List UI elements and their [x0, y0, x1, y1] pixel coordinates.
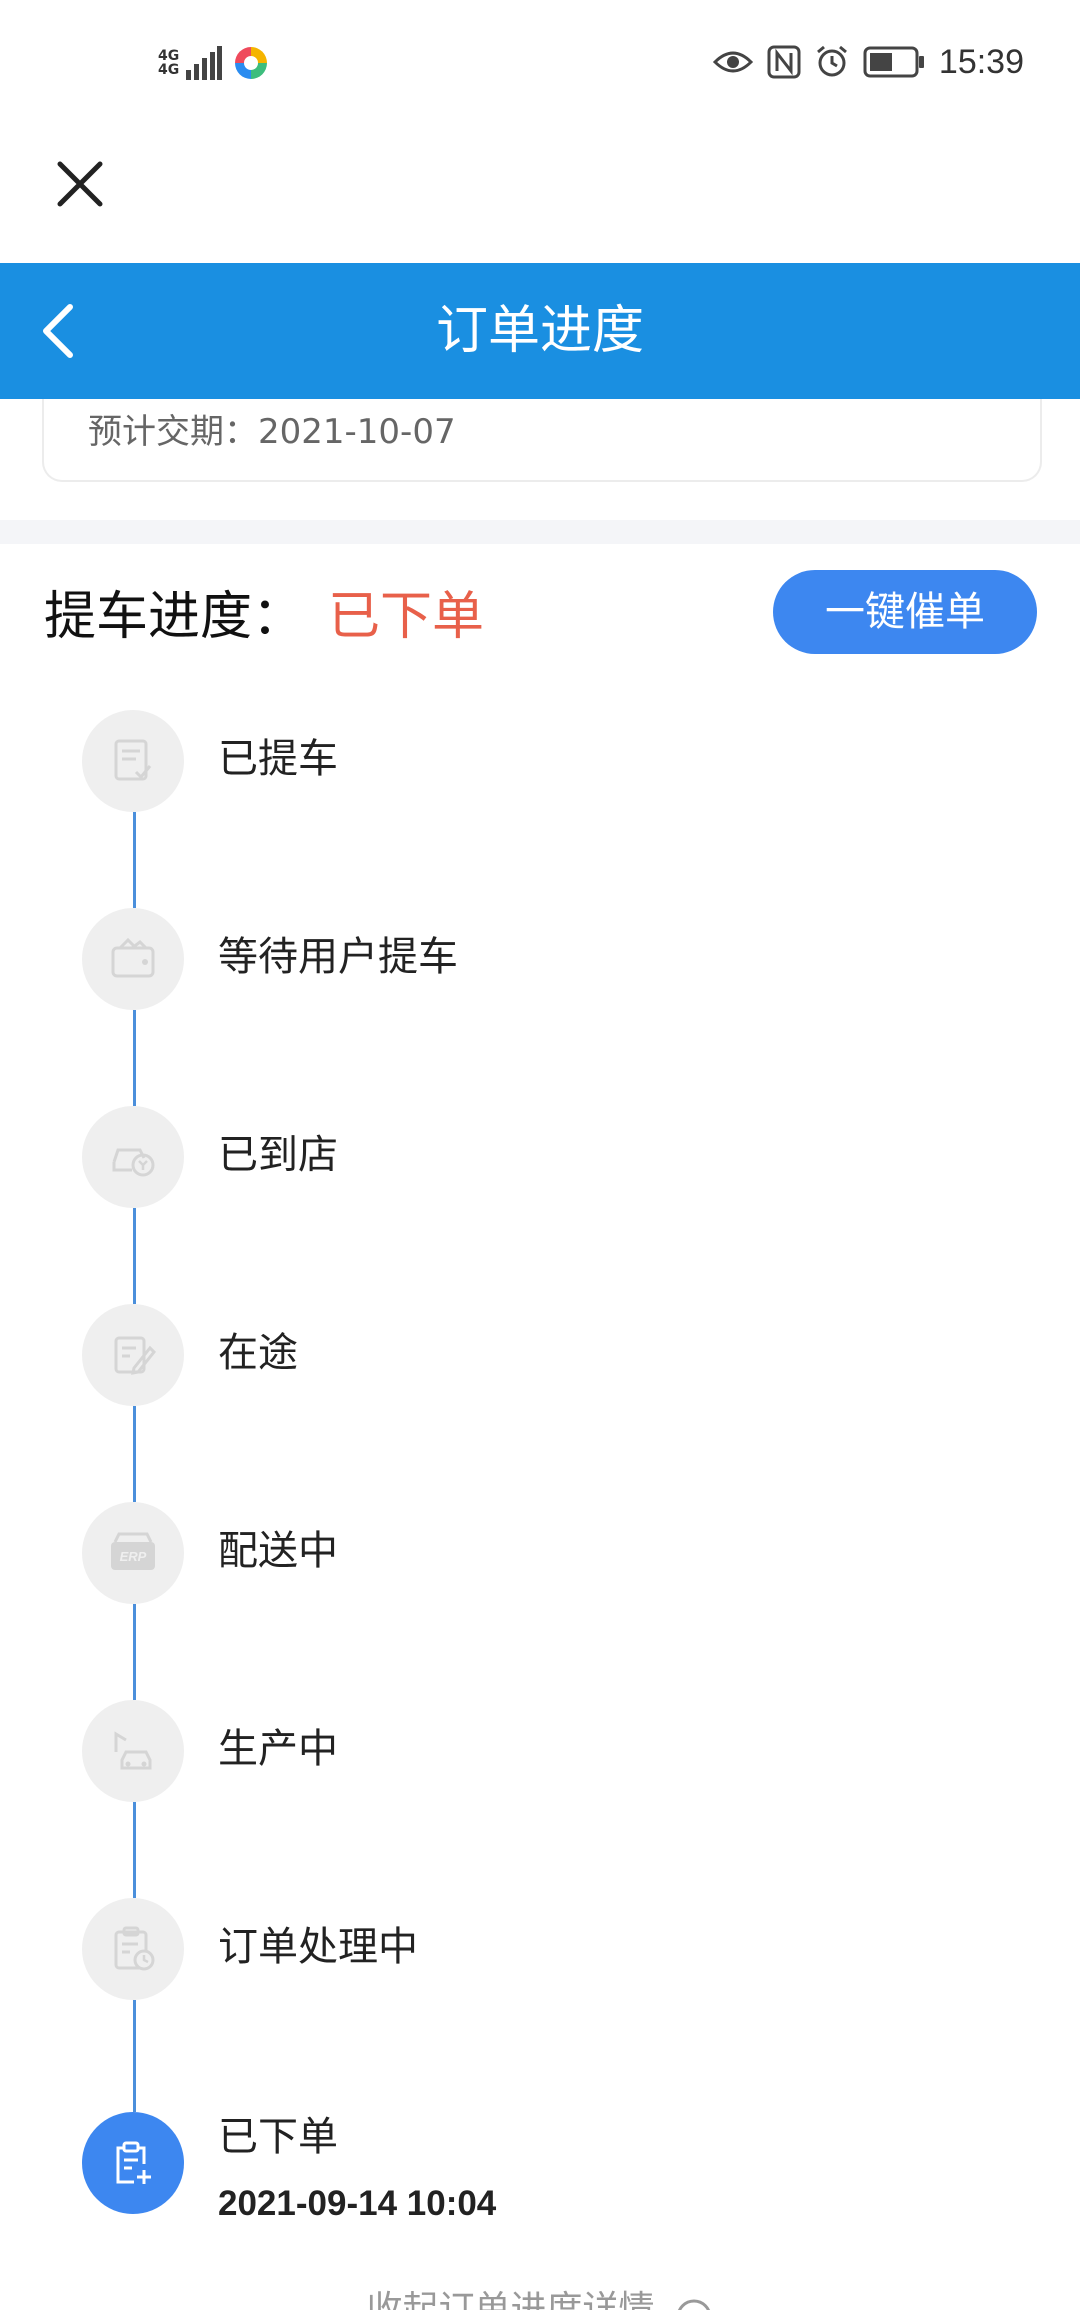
page-title: 订单进度 — [435, 301, 644, 361]
erp-box-icon: ERP — [111, 1532, 155, 1570]
progress-status: 已下单 — [328, 587, 485, 647]
timeline-step-icon: ERP — [82, 1502, 184, 1604]
timeline-connector — [133, 2000, 136, 2112]
order-progress-page: 4G 4G 15:39 订单进度 预计交期：2021-10-07 提车进度： 已… — [0, 0, 1080, 2310]
timeline-step-icon — [82, 1304, 184, 1406]
edit-note-icon — [114, 1336, 157, 1375]
network-type-bottom: 4G — [158, 62, 180, 78]
timeline-step-label: 配送中 — [218, 1528, 338, 1574]
delivery-label: 预计交期： — [88, 412, 258, 452]
signal-icon — [186, 46, 222, 80]
timeline-connector — [133, 1010, 136, 1106]
urge-order-button[interactable]: 一键催单 — [773, 570, 1037, 654]
app-notification-icon — [235, 47, 267, 79]
alarm-icon — [816, 45, 847, 77]
timeline-step-icon-active — [82, 2112, 184, 2214]
timeline-step-label: 在途 — [218, 1330, 298, 1376]
chevron-left-icon — [43, 304, 73, 358]
delivery-date: 2021-10-07 — [258, 412, 456, 452]
status-bar-left: 4G 4G — [158, 40, 270, 86]
car-store-icon — [112, 1148, 155, 1177]
wallet-icon — [111, 937, 155, 978]
webview-toolbar — [0, 126, 1080, 263]
document-check-icon — [114, 739, 152, 781]
crane-car-icon — [114, 1731, 152, 1770]
delivery-info: 预计交期：2021-10-07 — [88, 404, 456, 453]
clock-time: 15:39 — [938, 42, 1024, 81]
timeline-step-icon — [82, 908, 184, 1010]
timeline-step-label: 等待用户提车 — [218, 934, 458, 980]
timeline-step-icon — [82, 1106, 184, 1208]
timeline-connector — [133, 1208, 136, 1304]
close-button[interactable] — [50, 154, 110, 214]
back-button[interactable] — [30, 297, 90, 365]
timeline-step-label: 订单处理中 — [218, 1924, 418, 1970]
timeline-step-label: 生产中 — [218, 1726, 338, 1772]
status-bar-right: 15:39 — [712, 38, 1024, 86]
clipboard-add-icon — [116, 2141, 151, 2184]
collapse-details-link[interactable]: 收起订单进度详情 — [0, 2280, 1080, 2310]
collapse-details-label: 收起订单进度详情 — [366, 2289, 655, 2310]
progress-label: 提车进度： — [44, 587, 305, 647]
network-type: 4G 4G — [158, 48, 180, 78]
timeline-step-icon — [82, 1700, 184, 1802]
chevron-up-circle-icon — [677, 2299, 710, 2310]
progress-timeline: 已提车 等待用户提车 已到店 在途 ERP 配送中 生产中 订单处理中 已下单 … — [0, 700, 1080, 2310]
nfc-icon — [767, 45, 801, 79]
section-divider — [0, 520, 1080, 544]
close-icon — [57, 161, 103, 207]
timeline-step-label: 已提车 — [218, 736, 338, 782]
battery-icon — [863, 46, 924, 78]
network-type-top: 4G — [158, 48, 180, 64]
clipboard-clock-icon — [114, 1926, 155, 1971]
eye-icon — [712, 51, 753, 73]
status-bar: 4G 4G 15:39 — [0, 0, 1080, 126]
timeline-connector — [133, 1802, 136, 1898]
timeline-step-time: 2021-09-14 10:04 — [218, 2184, 497, 2223]
svg-text:ERP: ERP — [120, 1549, 147, 1564]
timeline-step-icon — [82, 1898, 184, 2000]
timeline-connector — [133, 1406, 136, 1502]
timeline-connector — [133, 1604, 136, 1700]
timeline-connector — [133, 812, 136, 908]
timeline-step-label: 已下单 — [218, 2114, 338, 2160]
timeline-step-icon — [82, 710, 184, 812]
nav-header: 订单进度 — [0, 263, 1080, 399]
timeline-step-label: 已到店 — [218, 1132, 338, 1178]
